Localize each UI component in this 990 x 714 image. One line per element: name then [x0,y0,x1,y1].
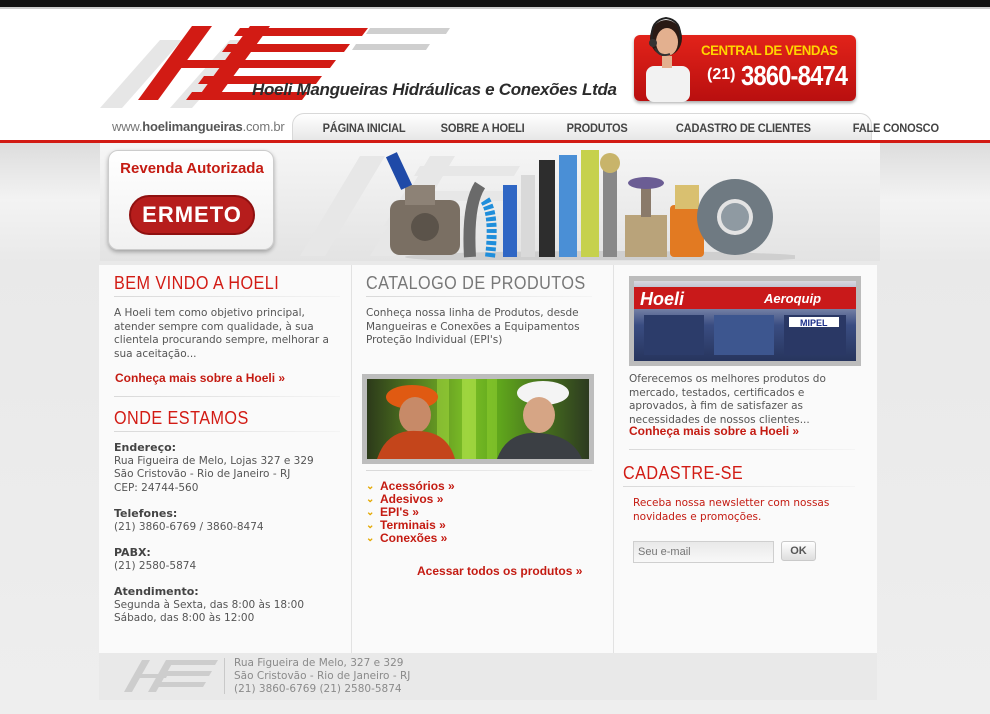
hours-label: Atendimento: [114,585,199,598]
pabx-label: PABX: [114,546,151,559]
catalog-text: Conheça nossa linha de Produtos, desde M… [366,307,580,346]
footer-line: (21) 3860-6769 (21) 2580-5874 [234,683,402,695]
footer-line: São Cristovão - Rio de Janeiro - RJ [234,670,411,682]
top-divider [0,7,990,9]
hours-line: Sábado, das 8:00 às 12:00 [114,612,255,624]
sales-title: CENTRAL DE VENDAS [701,42,838,58]
newsletter-ok-button[interactable]: OK [781,541,816,561]
all-products-link[interactable]: Acessar todos os produtos » [417,564,582,578]
top-bar [0,0,990,7]
about-hoeli-link-2[interactable]: Conheça mais sobre a Hoeli » [629,424,799,438]
phones-value: (21) 3860-6769 / 3860-8474 [114,520,264,533]
section-rule [366,296,592,297]
column-divider [351,265,352,653]
chevron-down-icon: ⌄ [366,520,375,531]
products-banner-image [385,150,795,260]
category-label: Adesivos » [380,492,444,506]
phones-label: Telefones: [114,507,178,520]
sales-phone: 3860-8474 [741,60,848,91]
category-label: Terminais » [380,518,446,532]
nav-item-customer-register[interactable]: CADASTRO DE CLIENTES [660,121,828,135]
address-line: São Cristovão - Rio de Janeiro - RJ [114,468,291,480]
address-label: Endereço: [114,441,177,454]
address-line: CEP: 24744-560 [114,481,199,494]
store-photo: Hoeli Aeroquip MIPEL [634,287,856,355]
site-url-suffix: .com.br [242,119,285,134]
address-line: Rua Figueira de Melo, Lojas 327 e 329 [114,454,314,467]
section-rule [114,396,340,397]
catalog-image[interactable] [362,374,594,464]
site-url-domain: hoelimangueiras [142,119,243,134]
catalog-category-list: ⌄ Acessórios » ⌄ Adesivos » ⌄ EPI's » ⌄ Term… [366,480,455,545]
about-text: Oferecemos os melhores produtos do merca… [629,373,826,426]
category-label: Acessórios » [380,479,455,493]
nav-item-about[interactable]: SOBRE A HOELI [428,121,538,135]
headset-agent-icon [646,16,690,102]
nav-item-products[interactable]: PRODUTOS [547,121,648,135]
chevron-down-icon: ⌄ [366,533,375,544]
footer-line: Rua Figueira de Melo, 327 e 329 [234,657,404,669]
footer-address: Rua Figueira de Melo, 327 e 329 São Cris… [234,657,410,696]
pabx-value: (21) 2580-5874 [114,559,197,572]
about-hoeli-link[interactable]: Conheça mais sobre a Hoeli » [115,371,285,385]
category-label: Conexões » [380,531,448,545]
signup-title: CADASTRE-SE [623,463,744,483]
footer-logo [124,660,218,692]
welcome-text: A Hoeli tem como objetivo principal, ate… [114,307,329,360]
footer-separator [224,658,225,694]
signup-text: Receba nossa newsletter com nossas novid… [633,497,830,523]
site-url-prefix: www. [112,119,143,134]
store-sign-aeroquip: Aeroquip [763,291,821,306]
section-rule [623,486,855,487]
section-rule [629,449,855,450]
ermeto-logo: ERMETO [129,195,255,235]
sales-area-code: (21) [707,66,736,83]
store-sign-mipel: MIPEL [800,318,828,328]
category-item[interactable]: ⌄ Conexões » [366,532,455,545]
location-info: Endereço: Rua Figueira de Melo, Lojas 32… [114,441,346,626]
chevron-down-icon: ⌄ [366,494,375,505]
store-sign-hoeli: Hoeli [640,289,685,309]
store-front-image[interactable]: Hoeli Aeroquip MIPEL [629,276,861,366]
location-title: ONDE ESTAMOS [114,408,249,428]
welcome-title: BEM VINDO A HOELI [114,273,280,293]
company-name: Hoeli Mangueiras Hidráulicas e Conexões … [252,80,617,99]
email-field[interactable] [633,541,774,563]
catalog-title: CATALOGO DE PRODUTOS [366,273,586,293]
nav-item-contact[interactable]: FALE CONOSCO [840,121,952,135]
section-rule [114,431,340,432]
workers-photo [377,379,582,459]
chevron-down-icon: ⌄ [366,481,375,492]
reseller-title: Revenda Autorizada [120,160,264,177]
hours-line: Segunda à Sexta, das 8:00 às 18:00 [114,598,305,611]
main-nav: PÁGINA INICIAL SOBRE A HOELI PRODUTOS CA… [292,113,939,141]
section-rule [114,296,340,297]
section-rule [366,470,592,471]
nav-item-home[interactable]: PÁGINA INICIAL [310,121,419,135]
column-divider [613,265,614,653]
category-label: EPI's » [380,505,419,519]
authorized-reseller-badge[interactable]: Revenda Autorizada ERMETO [108,150,274,250]
chevron-down-icon: ⌄ [366,507,375,518]
site-url: www.hoelimangueiras.com.br [112,119,285,134]
